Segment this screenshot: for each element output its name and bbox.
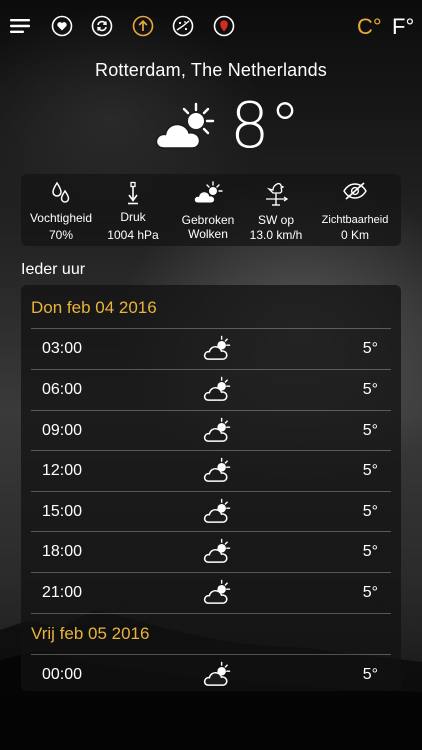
partly-cloudy-icon bbox=[203, 457, 231, 488]
top-bar: C° F° bbox=[0, 10, 422, 44]
hour-row: 00:00 5° bbox=[31, 654, 391, 691]
hour-row: 18:00 5° bbox=[31, 531, 391, 572]
stat-value: 70% bbox=[48, 228, 74, 242]
humidity-icon bbox=[52, 181, 70, 203]
stat-pressure: Druk 1004 hPa bbox=[101, 174, 165, 246]
current-conditions: 8° bbox=[0, 89, 422, 164]
partly-cloudy-icon bbox=[203, 335, 231, 366]
wind-vane-icon bbox=[266, 182, 289, 206]
hour-temperature: 5° bbox=[362, 543, 378, 560]
hour-time: 12:00 bbox=[42, 462, 83, 479]
pressure-icon bbox=[128, 181, 138, 205]
hour-time: 15:00 bbox=[42, 503, 83, 520]
partly-cloudy-icon bbox=[203, 498, 231, 529]
hour-temperature: 5° bbox=[362, 584, 378, 601]
partly-cloudy-icon bbox=[203, 579, 231, 610]
partly-cloudy-icon bbox=[203, 417, 231, 448]
hour-row: 15:00 5° bbox=[31, 491, 391, 532]
stat-label: Vochtigheid bbox=[29, 211, 93, 225]
hour-row: 12:00 5° bbox=[31, 450, 391, 491]
upload-icon[interactable] bbox=[132, 15, 154, 37]
refresh-icon[interactable] bbox=[91, 15, 113, 37]
visibility-icon bbox=[343, 182, 367, 200]
stat-condition: Gebroken Wolken bbox=[170, 174, 246, 246]
hour-row: 21:00 5° bbox=[31, 572, 391, 613]
hour-temperature: 5° bbox=[362, 666, 378, 683]
hour-temperature: 5° bbox=[362, 422, 378, 439]
stat-value: Wolken bbox=[188, 227, 228, 241]
stat-value: 1004 hPa bbox=[107, 228, 159, 242]
partly-cloudy-icon bbox=[203, 376, 231, 407]
hour-row: 09:00 5° bbox=[31, 410, 391, 451]
celsius-toggle[interactable]: C° bbox=[357, 14, 382, 40]
hour-time: 09:00 bbox=[42, 422, 83, 439]
radar-icon[interactable] bbox=[172, 15, 194, 37]
current-temperature: 8° bbox=[230, 89, 301, 162]
hour-time: 06:00 bbox=[42, 381, 83, 398]
day-header: Vrij feb 05 2016 bbox=[31, 624, 150, 643]
stat-label: Zichtbaarheid bbox=[321, 214, 389, 226]
hourly-section-title: Ieder uur bbox=[21, 261, 86, 278]
hour-temperature: 5° bbox=[362, 503, 378, 520]
hour-row: 03:00 5° bbox=[31, 328, 391, 369]
location-title: Rotterdam, The Netherlands bbox=[95, 60, 327, 80]
stat-value: 13.0 km/h bbox=[249, 228, 303, 242]
day-header: Don feb 04 2016 bbox=[31, 298, 157, 317]
partly-cloudy-icon bbox=[203, 661, 231, 691]
stat-label: Gebroken bbox=[181, 213, 235, 227]
map-pin-icon[interactable] bbox=[213, 15, 235, 37]
partly-cloudy-icon bbox=[203, 538, 231, 569]
hour-temperature: 5° bbox=[362, 462, 378, 479]
hour-time: 18:00 bbox=[42, 543, 83, 560]
broken-clouds-icon bbox=[193, 181, 223, 204]
stats-panel: Vochtigheid 70% Druk 1004 hPa Gebroken W… bbox=[21, 174, 401, 246]
stat-label: Druk bbox=[120, 210, 146, 224]
hour-temperature: 5° bbox=[362, 340, 378, 357]
stat-wind: SW op 13.0 km/h bbox=[242, 174, 310, 246]
hour-time: 00:00 bbox=[42, 666, 83, 683]
stat-label: SW op bbox=[257, 213, 294, 227]
stat-visibility: Zichtbaarheid 0 Km bbox=[309, 174, 401, 246]
partly-cloudy-icon bbox=[155, 102, 215, 149]
stat-humidity: Vochtigheid 70% bbox=[21, 174, 101, 246]
hour-temperature: 5° bbox=[362, 381, 378, 398]
hour-time: 03:00 bbox=[42, 340, 83, 357]
hour-time: 21:00 bbox=[42, 584, 83, 601]
favorites-icon[interactable] bbox=[51, 15, 73, 37]
menu-icon[interactable] bbox=[10, 15, 32, 37]
stat-value: 0 Km bbox=[340, 228, 369, 242]
hour-row: 06:00 5° bbox=[31, 369, 391, 410]
fahrenheit-toggle[interactable]: F° bbox=[392, 14, 414, 40]
hourly-forecast-list[interactable]: Don feb 04 2016 03:00 5° 06:00 5° 09:00 … bbox=[21, 285, 401, 691]
